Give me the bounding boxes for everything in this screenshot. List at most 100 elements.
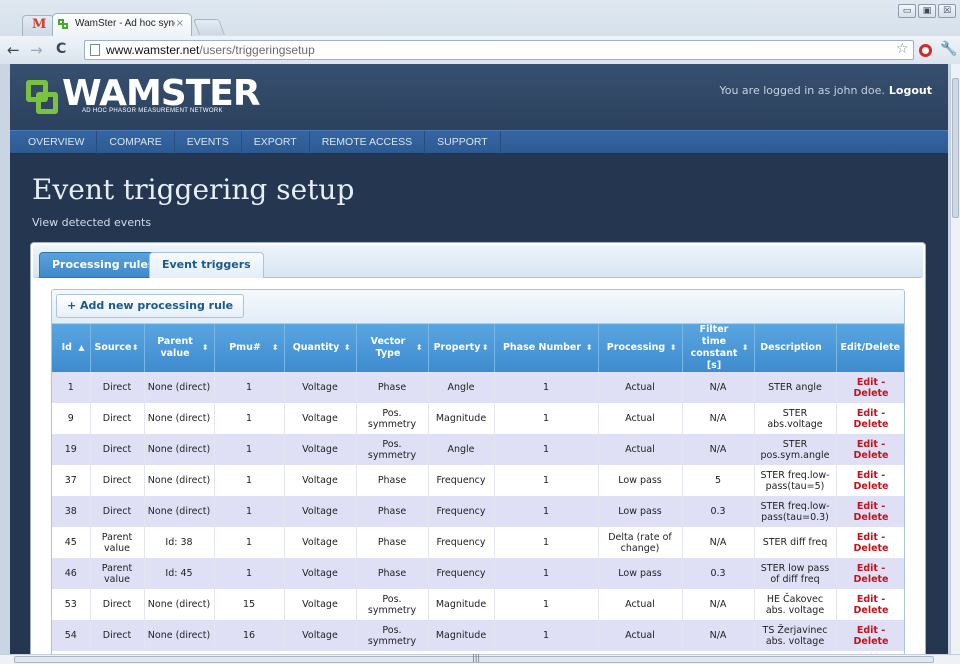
table-cell: STER freq.low-pass(tau=0.3): [754, 496, 837, 527]
column-header-id[interactable]: Id ▲: [52, 324, 91, 372]
sort-icon[interactable]: ⬍: [272, 342, 279, 354]
column-header-vector-type[interactable]: Vector Type ⬍: [356, 324, 429, 372]
minimize-button[interactable]: ▭: [898, 4, 916, 18]
table-cell: STER pos.sym.angle: [754, 434, 837, 465]
new-tab-button[interactable]: [193, 19, 225, 35]
table-cell: None (direct): [144, 403, 215, 434]
browser-tab-gmail[interactable]: M: [22, 15, 54, 36]
edit-delete-actions[interactable]: Edit - Delete: [836, 496, 904, 527]
column-header-filter-time-constant-s[interactable]: Filter time constant [s] ⬍: [682, 324, 755, 372]
column-header-edit-delete: Edit/Delete: [836, 324, 904, 372]
wrench-icon[interactable]: 🔧: [940, 41, 957, 57]
table-cell: Id: 38: [144, 527, 215, 558]
address-bar[interactable]: www.wamster.net/users/triggeringsetup: [84, 40, 914, 60]
vertical-scroll-thumb[interactable]: [952, 78, 959, 218]
table-cell: 1: [214, 465, 285, 496]
table-cell: Phase: [356, 465, 429, 496]
sort-icon[interactable]: ⬍: [416, 342, 423, 354]
column-header-phase-number[interactable]: Phase Number ⬍: [494, 324, 599, 372]
edit-delete-actions[interactable]: Edit - Delete: [836, 403, 904, 434]
table-cell: Actual: [598, 589, 683, 620]
browser-tab-wamster[interactable]: WamSter - Ad hoc synchro ×: [52, 13, 192, 36]
browser-tab-bar: M WamSter - Ad hoc synchro × ▭ ▣ ☒: [0, 0, 960, 36]
edit-delete-actions[interactable]: Edit - Delete: [836, 434, 904, 465]
menu-overview[interactable]: OVERVIEW: [10, 131, 98, 154]
table-cell: 1: [494, 372, 599, 403]
sort-icon[interactable]: ▲: [78, 342, 84, 354]
edit-delete-actions[interactable]: Edit - Delete: [836, 558, 904, 589]
column-header-source[interactable]: Source ⬍: [90, 324, 145, 372]
column-header-quantity[interactable]: Quantity ⬍: [284, 324, 357, 372]
close-window-button[interactable]: ☒: [938, 4, 956, 18]
add-processing-rule-button[interactable]: + Add new processing rule: [56, 294, 245, 318]
table-cell: Phase: [356, 372, 429, 403]
table-cell: Actual: [598, 403, 683, 434]
menu-remote-access[interactable]: REMOTE ACCESS: [310, 131, 426, 154]
column-header-pmu[interactable]: Pmu# ⬍: [214, 324, 285, 372]
sort-icon[interactable]: ⬍: [670, 342, 677, 354]
table-cell: STER freq.low-pass(tau=5): [754, 465, 837, 496]
view-detected-events-link[interactable]: View detected events: [32, 216, 151, 229]
sort-icon[interactable]: ⬍: [202, 342, 209, 354]
column-header-processing[interactable]: Processing ⬍: [598, 324, 683, 372]
table-cell: Direct: [90, 496, 145, 527]
tab-event-triggers[interactable]: Event triggers: [149, 252, 264, 278]
table-cell: Voltage: [284, 527, 357, 558]
menu-events[interactable]: EVENTS: [175, 131, 242, 154]
table-cell: N/A: [682, 527, 755, 558]
edit-delete-actions[interactable]: Edit - Delete: [836, 589, 904, 620]
vertical-scrollbar[interactable]: [950, 64, 960, 654]
processing-rules-table: Id ▲ Source ⬍ Parent value ⬍ Pmu# ⬍ Quantity ⬍ Vec…: [52, 324, 904, 651]
sort-icon[interactable]: ⬍: [344, 342, 351, 354]
table-row: 9 Direct None (direct) 1 Voltage Pos. symmetr…: [52, 403, 904, 434]
column-header-label: Pmu#: [229, 342, 261, 353]
scroll-grip-icon: |||: [472, 653, 481, 662]
table-cell: Voltage: [284, 558, 357, 589]
table-cell: 1: [494, 403, 599, 434]
column-header-parent-value[interactable]: Parent value ⬍: [144, 324, 215, 372]
column-header-label: Parent value: [157, 336, 193, 359]
tab-close-icon[interactable]: ×: [176, 18, 184, 29]
table-cell: 53: [52, 589, 91, 620]
column-header-property[interactable]: Property ⬍: [428, 324, 495, 372]
table-cell: N/A: [682, 434, 755, 465]
table-cell: 46: [52, 558, 91, 589]
edit-delete-actions[interactable]: Edit - Delete: [836, 372, 904, 403]
table-cell: Parent value: [90, 527, 145, 558]
edit-delete-actions[interactable]: Edit - Delete: [836, 527, 904, 558]
sort-icon[interactable]: ⬍: [742, 342, 749, 354]
back-button[interactable]: ←: [7, 41, 20, 59]
edit-delete-actions[interactable]: Edit - Delete: [836, 620, 904, 651]
table-cell: None (direct): [144, 620, 215, 651]
table-cell: TS Žerjavinec abs. voltage: [754, 620, 837, 651]
opera-icon[interactable]: [919, 44, 932, 57]
logo-text[interactable]: WAMSTER: [62, 76, 261, 112]
maximize-button[interactable]: ▣: [918, 4, 936, 18]
login-status: You are logged in as john doe. Logout: [719, 84, 932, 97]
menu-compare[interactable]: COMPARE: [97, 131, 175, 154]
sort-icon[interactable]: ⬍: [482, 342, 489, 354]
edit-delete-actions[interactable]: Edit - Delete: [836, 465, 904, 496]
forward-button[interactable]: →: [30, 41, 43, 59]
sort-icon[interactable]: ⬍: [132, 342, 139, 354]
table-cell: Delta (rate of change): [598, 527, 683, 558]
table-cell: Voltage: [284, 620, 357, 651]
sort-icon[interactable]: ⬍: [586, 342, 593, 354]
column-header-label: Phase Number: [502, 342, 582, 353]
menu-support[interactable]: SUPPORT: [425, 131, 501, 154]
table-cell: Actual: [598, 434, 683, 465]
bookmark-star-icon[interactable]: ☆: [896, 41, 909, 57]
logout-link[interactable]: Logout: [889, 84, 932, 97]
horizontal-scrollbar[interactable]: |||: [0, 653, 960, 664]
column-header-description: Description: [754, 324, 837, 372]
table-cell: 5: [682, 465, 755, 496]
reload-button[interactable]: C: [56, 41, 66, 57]
gmail-icon: M: [32, 17, 47, 32]
table-cell: 1: [494, 434, 599, 465]
menu-export[interactable]: EXPORT: [242, 131, 310, 154]
table-row: 46 Parent value Id: 45 1 Voltage Phase Frequen…: [52, 558, 904, 589]
table-cell: Direct: [90, 465, 145, 496]
url-path: /users/triggeringsetup: [199, 43, 315, 57]
table-header-row: Id ▲ Source ⬍ Parent value ⬍ Pmu# ⬍ Quantity ⬍ Vec…: [52, 324, 904, 372]
table-cell: Magnitude: [428, 620, 495, 651]
